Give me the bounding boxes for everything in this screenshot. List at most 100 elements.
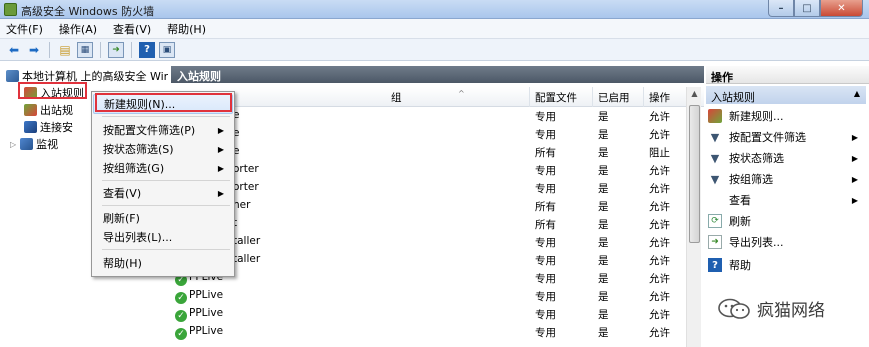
export-icon[interactable]: ➜ bbox=[108, 41, 124, 58]
table-row[interactable]: orter 专用 是 允许 bbox=[171, 161, 686, 179]
up-folder-icon[interactable]: ▤ bbox=[57, 42, 73, 58]
action-label: 按状态筛选 bbox=[729, 152, 784, 165]
refresh-icon: ⟳ bbox=[708, 214, 722, 228]
back-icon[interactable]: ⬅ bbox=[6, 42, 22, 58]
minimize-button[interactable]: – bbox=[768, 0, 794, 17]
action-filter-state[interactable]: ▼ 按状态筛选 ▶ bbox=[708, 149, 866, 167]
submenu-arrow-icon: ▶ bbox=[217, 163, 224, 173]
table-row[interactable]: t 所有 是 允许 bbox=[171, 215, 686, 233]
table-row[interactable]: e 专用 是 允许 bbox=[171, 107, 686, 125]
column-enabled[interactable]: 已启用 bbox=[598, 90, 630, 105]
rule-name-cell: ✓ PPLive bbox=[175, 307, 223, 322]
menu-help[interactable]: 帮助(H) bbox=[167, 21, 206, 37]
action-label: 按配置文件筛选 bbox=[729, 131, 806, 144]
new-rule-highlight bbox=[95, 93, 232, 112]
table-row[interactable]: ✓ PPLive 专用 是 允许 bbox=[171, 269, 686, 287]
action-new-rule[interactable]: 新建规则... bbox=[708, 107, 866, 125]
outbound-rules-icon bbox=[24, 104, 37, 116]
rule-enabled: 是 bbox=[598, 237, 609, 249]
table-row[interactable]: orter 专用 是 允许 bbox=[171, 179, 686, 197]
rule-enabled: 是 bbox=[598, 219, 609, 231]
column-action[interactable]: 操作 bbox=[649, 90, 670, 105]
menu-item-label: 帮助(H) bbox=[103, 257, 142, 270]
rule-profile: 专用 bbox=[535, 165, 556, 177]
action-refresh[interactable]: ⟳ 刷新 bbox=[708, 212, 866, 230]
rule-profile: 专用 bbox=[535, 273, 556, 285]
tree-item-outbound-rules[interactable]: 出站规 bbox=[24, 102, 73, 118]
help-icon: ? bbox=[708, 258, 722, 272]
rule-action: 允许 bbox=[649, 237, 670, 249]
table-row[interactable]: taller 专用 是 允许 bbox=[171, 251, 686, 269]
table-row[interactable]: her 所有 是 允许 bbox=[171, 197, 686, 215]
pane-header: 入站规则 bbox=[171, 66, 704, 83]
view-icon bbox=[708, 193, 722, 207]
help-icon[interactable]: ? bbox=[139, 41, 155, 58]
forward-icon[interactable]: ➡ bbox=[26, 42, 42, 58]
table-row[interactable]: ✓ PPLive 专用 是 允许 bbox=[171, 287, 686, 305]
table-row[interactable]: taller 专用 是 允许 bbox=[171, 233, 686, 251]
expand-arrow-icon[interactable]: ▷ bbox=[10, 140, 16, 149]
menu-action[interactable]: 操作(A) bbox=[59, 21, 97, 37]
actions-section-inbound[interactable]: 入站规则 ▲ bbox=[706, 86, 866, 104]
new-rule-icon bbox=[708, 109, 722, 123]
firewall-computer-icon bbox=[6, 70, 19, 82]
tree-item-monitoring[interactable]: ▷ 监视 bbox=[10, 136, 58, 152]
rule-enabled: 是 bbox=[598, 129, 609, 141]
column-profile[interactable]: 配置文件 bbox=[535, 90, 577, 105]
menu-item-help[interactable]: 帮助(H) bbox=[93, 253, 233, 273]
monitor-icon bbox=[20, 138, 34, 150]
submenu-arrow-icon: ▶ bbox=[217, 125, 224, 135]
menu-view[interactable]: 查看(V) bbox=[113, 21, 151, 37]
menu-file[interactable]: 文件(F) bbox=[6, 21, 43, 37]
menu-item-export[interactable]: 导出列表(L)... bbox=[93, 227, 233, 247]
rule-enabled: 是 bbox=[598, 183, 609, 195]
show-hide-tree-icon[interactable]: ▦ bbox=[77, 41, 93, 58]
menu-item-view[interactable]: 查看(V) ▶ bbox=[93, 183, 233, 203]
rule-profile: 专用 bbox=[535, 111, 556, 123]
table-row[interactable]: e 所有 是 阻止 bbox=[171, 143, 686, 161]
action-filter-profile[interactable]: ▼ 按配置文件筛选 ▶ bbox=[708, 128, 866, 146]
rule-profile: 专用 bbox=[535, 129, 556, 141]
filter-icon: ▼ bbox=[710, 172, 720, 186]
menu-separator bbox=[102, 249, 230, 250]
collapse-icon[interactable]: ▲ bbox=[854, 89, 860, 98]
rules-list: e 专用 是 允许 e 专用 是 允许 e 所有 是 阻止 orter 专用 是… bbox=[171, 107, 686, 347]
action-view[interactable]: 查看 ▶ bbox=[708, 191, 866, 209]
rule-name: PPLive bbox=[189, 307, 224, 319]
column-separator[interactable] bbox=[592, 87, 593, 107]
firewall-app-icon bbox=[4, 3, 17, 16]
window-title: 高级安全 Windows 防火墙 bbox=[21, 5, 155, 18]
tree-item-label: 出站规 bbox=[40, 104, 73, 117]
table-row[interactable]: e 专用 是 允许 bbox=[171, 125, 686, 143]
menu-item-filter-state[interactable]: 按状态筛选(S) ▶ bbox=[93, 139, 233, 159]
menu-item-filter-group[interactable]: 按组筛选(G) ▶ bbox=[93, 158, 233, 178]
rule-action: 允许 bbox=[649, 255, 670, 267]
rule-enabled: 是 bbox=[598, 201, 609, 213]
menu-separator bbox=[102, 116, 230, 117]
table-row[interactable]: ✓ PPLive 专用 是 允许 bbox=[171, 323, 686, 341]
rule-name-cell: ✓ PPLive bbox=[175, 325, 223, 340]
menu-item-label: 刷新(F) bbox=[103, 212, 140, 225]
column-group[interactable]: 组 bbox=[391, 90, 402, 105]
menu-item-refresh[interactable]: 刷新(F) bbox=[93, 208, 233, 228]
action-label: 新建规则... bbox=[729, 110, 784, 123]
rule-action: 允许 bbox=[649, 165, 670, 177]
menu-item-filter-profile[interactable]: 按配置文件筛选(P) ▶ bbox=[93, 120, 233, 140]
rule-profile: 专用 bbox=[535, 183, 556, 195]
table-row[interactable]: ✓ PPLive 专用 是 允许 bbox=[171, 305, 686, 323]
maximize-button[interactable]: □ bbox=[794, 0, 820, 17]
vertical-scrollbar[interactable]: ▲ bbox=[686, 87, 701, 347]
properties-icon[interactable]: ▣ bbox=[159, 41, 175, 58]
action-export[interactable]: ➜ 导出列表... bbox=[708, 233, 866, 251]
submenu-arrow-icon: ▶ bbox=[217, 188, 224, 198]
tree-item-connection-security[interactable]: 连接安 bbox=[24, 119, 73, 135]
watermark-text: 疯猫网络 bbox=[757, 301, 825, 321]
rule-name: PPLive bbox=[189, 289, 224, 301]
action-filter-group[interactable]: ▼ 按组筛选 ▶ bbox=[708, 170, 866, 188]
scroll-up-icon[interactable]: ▲ bbox=[687, 89, 702, 103]
scrollbar-thumb[interactable] bbox=[689, 105, 700, 243]
column-separator[interactable] bbox=[643, 87, 644, 107]
column-separator[interactable] bbox=[529, 87, 530, 107]
action-help[interactable]: ? 帮助 bbox=[708, 256, 866, 274]
close-button[interactable]: ✕ bbox=[820, 0, 863, 17]
